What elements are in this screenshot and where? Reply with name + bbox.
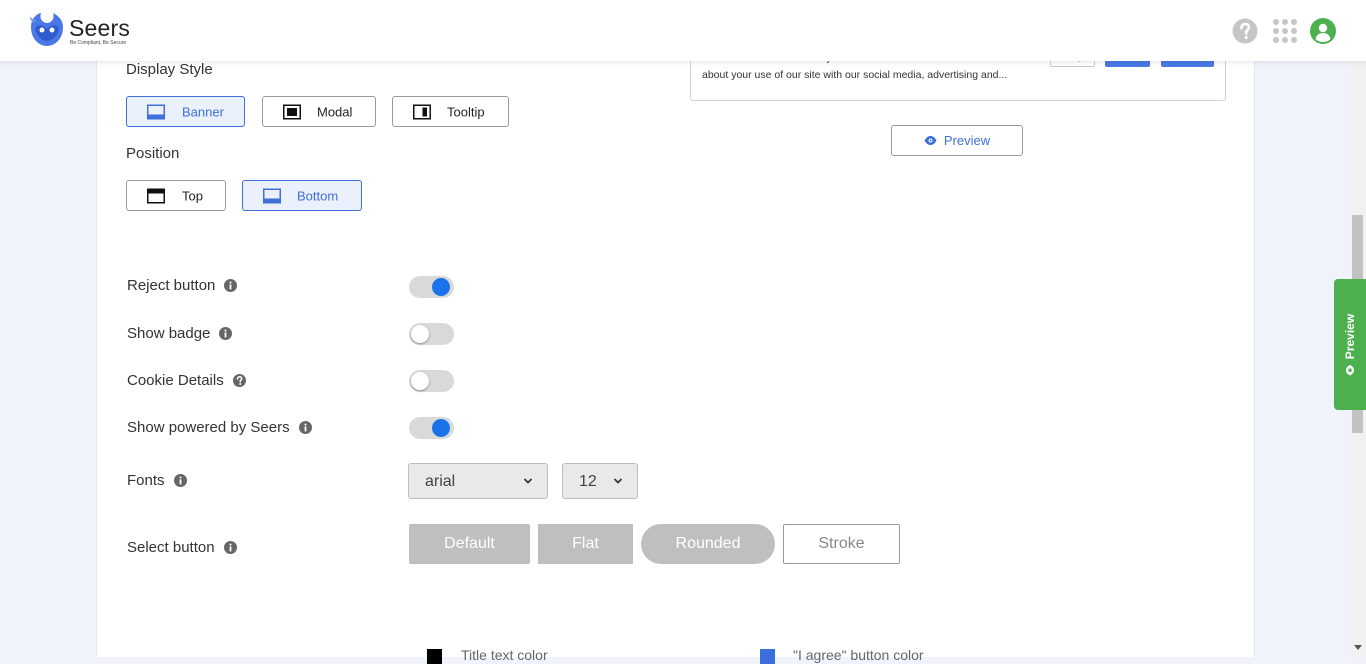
powered-by-toggle[interactable] (409, 417, 454, 439)
toggle-knob (411, 325, 429, 343)
display-style-tooltip-button[interactable]: Tooltip (392, 96, 509, 127)
brand-name: Seers (69, 15, 131, 41)
select-button-row-label: Select button (127, 539, 237, 556)
cookie-details-row-label: Cookie Details (127, 372, 246, 389)
modal-layout-icon (283, 104, 301, 119)
powered-by-label: Show powered by Seers (127, 419, 290, 436)
preview-button[interactable]: Preview (891, 125, 1023, 156)
eye-icon (924, 136, 937, 145)
agree-button-color-label: "I agree" button color (793, 647, 924, 663)
eye-icon (1346, 364, 1354, 376)
seers-logo[interactable]: Seers Be Compliant, Be Secure (29, 13, 139, 49)
cookie-details-label: Cookie Details (127, 372, 224, 389)
preview-button-label: Preview (943, 133, 991, 148)
fonts-row-label: Fonts (127, 472, 187, 489)
font-family-select[interactable]: arial (408, 463, 548, 499)
fonts-label: Fonts (127, 472, 165, 489)
reject-button-label: Reject button (127, 277, 216, 294)
font-size-select[interactable]: 12 (562, 463, 638, 499)
top-navbar: Seers Be Compliant, Be Secure (0, 0, 1366, 61)
position-bottom-button[interactable]: Bottom (242, 180, 362, 211)
position-label: Position (126, 145, 180, 162)
chevron-down-icon (613, 478, 623, 484)
powered-by-row-label: Show powered by Seers (127, 419, 312, 436)
font-size-value: 12 (579, 473, 597, 490)
bottom-option-label: Bottom (297, 188, 339, 203)
reject-button-toggle[interactable] (409, 276, 454, 298)
apps-grid-icon[interactable] (1272, 18, 1298, 44)
scroll-down-arrow-icon[interactable] (1354, 645, 1362, 650)
help-icon[interactable] (1232, 18, 1258, 44)
banner-layout-icon (147, 104, 165, 119)
show-badge-toggle[interactable] (409, 323, 454, 345)
banner-preview: media features and to analyze our traffi… (690, 55, 1226, 101)
show-badge-row-label: Show badge (127, 325, 233, 342)
title-text-color-label: Title text color (461, 647, 548, 663)
tooltip-option-label: Tooltip (447, 104, 485, 119)
chevron-down-icon (523, 478, 533, 484)
modal-option-label: Modal (317, 104, 353, 119)
side-preview-tab-label: Preview (1343, 313, 1357, 360)
button-style-rounded[interactable]: Rounded (641, 524, 775, 564)
select-button-label: Select button (127, 539, 215, 556)
cookie-details-toggle[interactable] (409, 370, 454, 392)
font-family-value: arial (425, 473, 456, 490)
bottom-position-icon (263, 188, 281, 203)
banner-settings-card: Display Style Banner Modal Tooltip Posit… (96, 55, 1255, 664)
side-preview-tab[interactable]: Preview (1334, 279, 1366, 410)
info-icon[interactable] (223, 541, 237, 554)
user-account-icon[interactable] (1310, 18, 1336, 44)
position-top-button[interactable]: Top (126, 180, 226, 211)
banner-preview-text: media features and to analyze our traffi… (702, 55, 1042, 84)
display-style-banner-button[interactable]: Banner (126, 96, 245, 127)
seers-owl-logo-icon (29, 13, 63, 46)
info-icon[interactable] (173, 474, 187, 487)
button-style-default[interactable]: Default (409, 524, 530, 564)
reject-button-row-label: Reject button (127, 277, 238, 294)
toggle-knob (411, 372, 429, 390)
top-option-label: Top (182, 188, 203, 203)
info-icon[interactable] (224, 279, 238, 292)
side-preview-tab-content: Preview (1343, 314, 1357, 376)
top-position-icon (147, 188, 165, 203)
tooltip-layout-icon (413, 104, 431, 119)
banner-preview-line-2: about your use of our site with our soci… (702, 69, 1008, 81)
banner-option-label: Banner (182, 104, 224, 119)
info-icon[interactable] (219, 327, 233, 340)
toggle-knob (432, 278, 450, 296)
toggle-knob (432, 419, 450, 437)
show-badge-label: Show badge (127, 325, 211, 342)
display-style-label: Display Style (126, 61, 213, 78)
button-style-flat[interactable]: Flat (538, 524, 633, 564)
display-style-modal-button[interactable]: Modal (262, 96, 376, 127)
button-style-stroke[interactable]: Stroke (783, 524, 900, 564)
info-icon[interactable] (298, 421, 312, 434)
question-icon[interactable] (232, 374, 246, 387)
brand-tagline: Be Compliant, Be Secure (70, 40, 127, 46)
